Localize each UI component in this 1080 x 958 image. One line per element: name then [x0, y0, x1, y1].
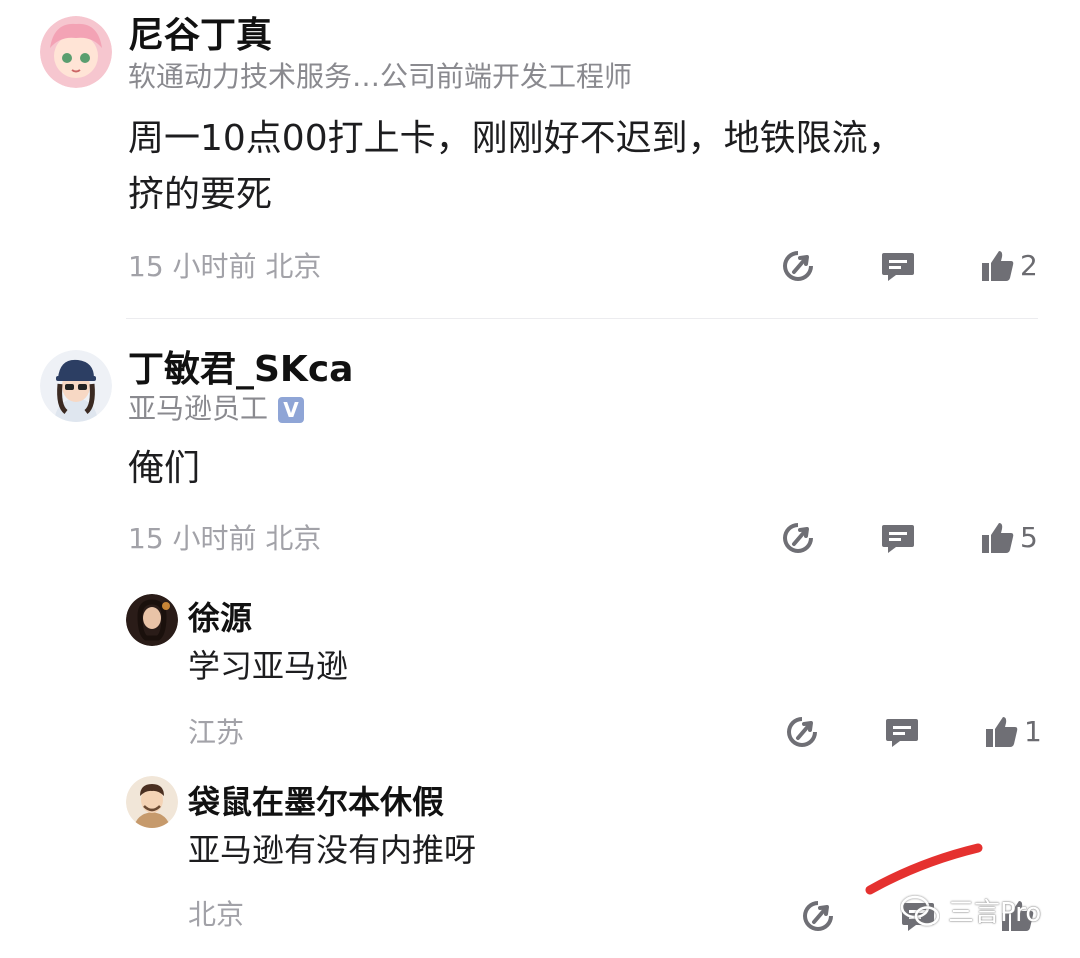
- avatar[interactable]: [40, 350, 112, 422]
- reply-meta: 北京: [188, 898, 245, 931]
- comment-text: 周一10点00打上卡，刚刚好不迟到，地铁限流，: [128, 118, 904, 159]
- reply-meta: 江苏: [188, 716, 245, 749]
- share-arrow-icon[interactable]: [800, 898, 836, 934]
- reply-text: 亚马逊有没有内推呀: [188, 831, 477, 869]
- thumbs-up-icon[interactable]: [980, 248, 1016, 284]
- thumbs-up-icon[interactable]: [980, 520, 1016, 556]
- user-name[interactable]: 丁敏君_SKca: [128, 350, 353, 390]
- user-subtitle: 软通动力技术服务…公司前端开发工程师: [128, 60, 633, 93]
- comment-icon[interactable]: [880, 248, 916, 284]
- like-count: 5: [1020, 521, 1038, 554]
- comment-icon[interactable]: [884, 714, 920, 750]
- reply-text: 学习亚马逊: [188, 647, 349, 685]
- like-count: 2: [1020, 249, 1038, 282]
- reply-user-name[interactable]: 徐源: [188, 600, 252, 636]
- wechat-icon: [900, 895, 940, 926]
- watermark: 三言Pro: [900, 892, 1041, 929]
- user-subtitle: 亚马逊员工: [128, 392, 269, 425]
- comment-text: 挤的要死: [128, 174, 273, 215]
- verified-badge-icon: V: [278, 397, 305, 423]
- share-arrow-icon[interactable]: [780, 248, 816, 284]
- user-name[interactable]: 尼谷丁真: [128, 16, 272, 56]
- watermark-text: 三言Pro: [948, 898, 1042, 928]
- comment-meta: 15 小时前 北京: [128, 250, 322, 283]
- avatar[interactable]: [126, 594, 178, 646]
- comment-meta: 15 小时前 北京: [128, 522, 322, 555]
- share-arrow-icon[interactable]: [780, 520, 816, 556]
- thumbs-up-icon[interactable]: [984, 714, 1020, 750]
- divider: [126, 318, 1038, 319]
- comment-text: 俺们: [128, 448, 201, 489]
- user-subtitle-row: 亚马逊员工 V: [128, 392, 305, 426]
- share-arrow-icon[interactable]: [784, 714, 820, 750]
- reply-user-name[interactable]: 袋鼠在墨尔本休假: [188, 784, 444, 820]
- avatar[interactable]: [40, 16, 112, 88]
- like-count: 1: [1024, 715, 1042, 748]
- comment-icon[interactable]: [880, 520, 916, 556]
- avatar[interactable]: [126, 776, 178, 828]
